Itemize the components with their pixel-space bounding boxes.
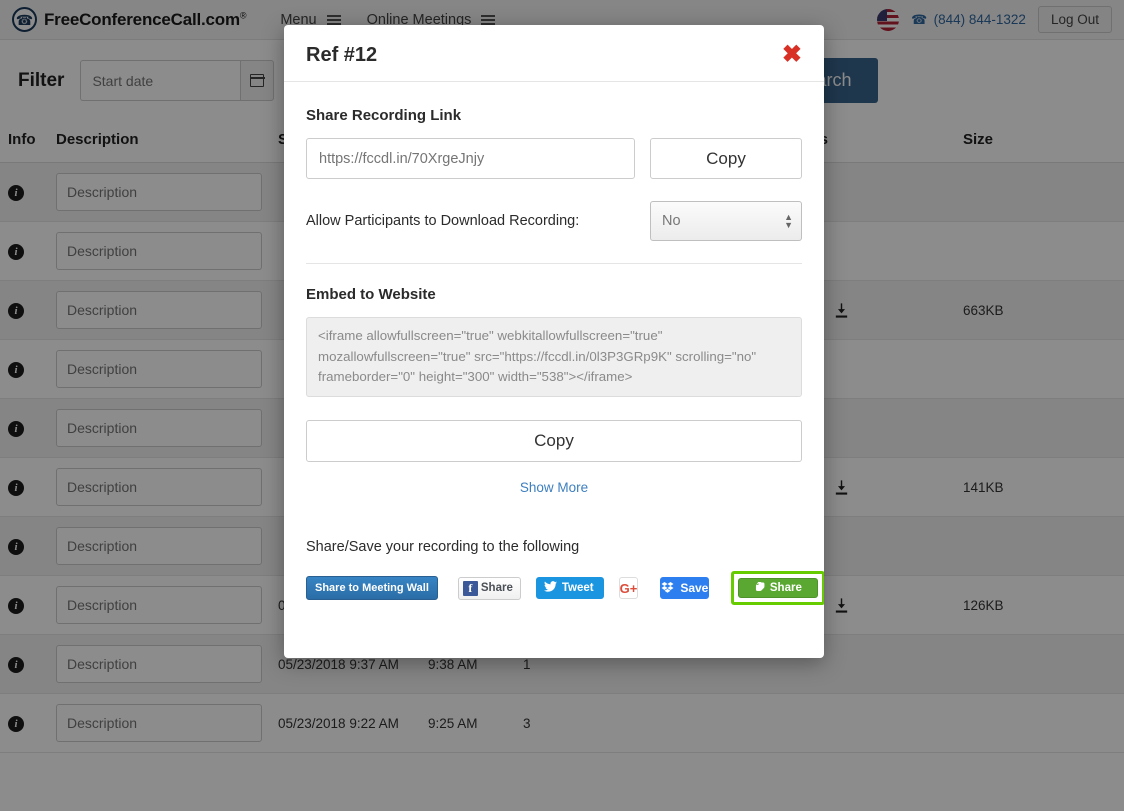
evernote-icon <box>755 581 766 595</box>
facebook-share-button[interactable]: f Share <box>457 576 521 600</box>
dropbox-svg <box>661 581 674 593</box>
copy-link-button[interactable]: Copy <box>650 138 802 179</box>
twitter-tweet-button[interactable]: Tweet <box>535 577 604 599</box>
dropbox-save-button[interactable]: Save <box>660 577 710 599</box>
share-link-row: Copy <box>306 138 802 179</box>
modal-body: Share Recording Link Copy Allow Particip… <box>284 82 824 658</box>
twitter-bird-icon <box>543 581 557 595</box>
embed-code-box[interactable]: <iframe allowfullscreen="true" webkitall… <box>306 317 802 397</box>
copy-embed-button[interactable]: Copy <box>306 420 802 462</box>
google-plus-share-button[interactable]: G+ <box>618 577 639 599</box>
modal-title: Ref #12 <box>306 43 378 66</box>
allow-download-row: Allow Participants to Download Recording… <box>306 201 802 264</box>
allow-download-select-wrap: No ▲ ▼ <box>650 201 802 241</box>
evernote-share-button[interactable]: Share <box>738 578 819 598</box>
twitter-tweet-label: Tweet <box>561 582 594 594</box>
embed-label: Embed to Website <box>306 286 436 303</box>
twitter-bird-svg <box>543 581 557 592</box>
evernote-highlight-box: Share <box>731 571 824 605</box>
dropbox-save-label: Save <box>680 581 709 595</box>
evernote-share-label: Share <box>769 582 802 594</box>
google-plus-icon: G+ <box>619 580 638 596</box>
share-to-meeting-wall-button[interactable]: Share to Meeting Wall <box>306 576 438 600</box>
share-link-input[interactable] <box>306 138 635 179</box>
dropbox-icon <box>661 581 674 596</box>
share-recording-modal: Ref #12 ✖ Share Recording Link Copy Allo… <box>284 25 824 658</box>
modal-header: Ref #12 ✖ <box>284 25 824 82</box>
close-icon[interactable]: ✖ <box>782 43 802 67</box>
share-link-label: Share Recording Link <box>306 107 462 124</box>
allow-download-select[interactable]: No <box>650 201 802 241</box>
share-buttons-row: Share to Meeting Wall f Share Tweet G+ S… <box>306 571 824 605</box>
evernote-svg <box>755 582 765 591</box>
show-more-link[interactable]: Show More <box>306 480 802 495</box>
facebook-share-label: Share <box>480 582 513 594</box>
facebook-icon: f <box>462 580 478 596</box>
share-save-label: Share/Save your recording to the followi… <box>306 539 580 555</box>
allow-download-label: Allow Participants to Download Recording… <box>306 213 580 229</box>
